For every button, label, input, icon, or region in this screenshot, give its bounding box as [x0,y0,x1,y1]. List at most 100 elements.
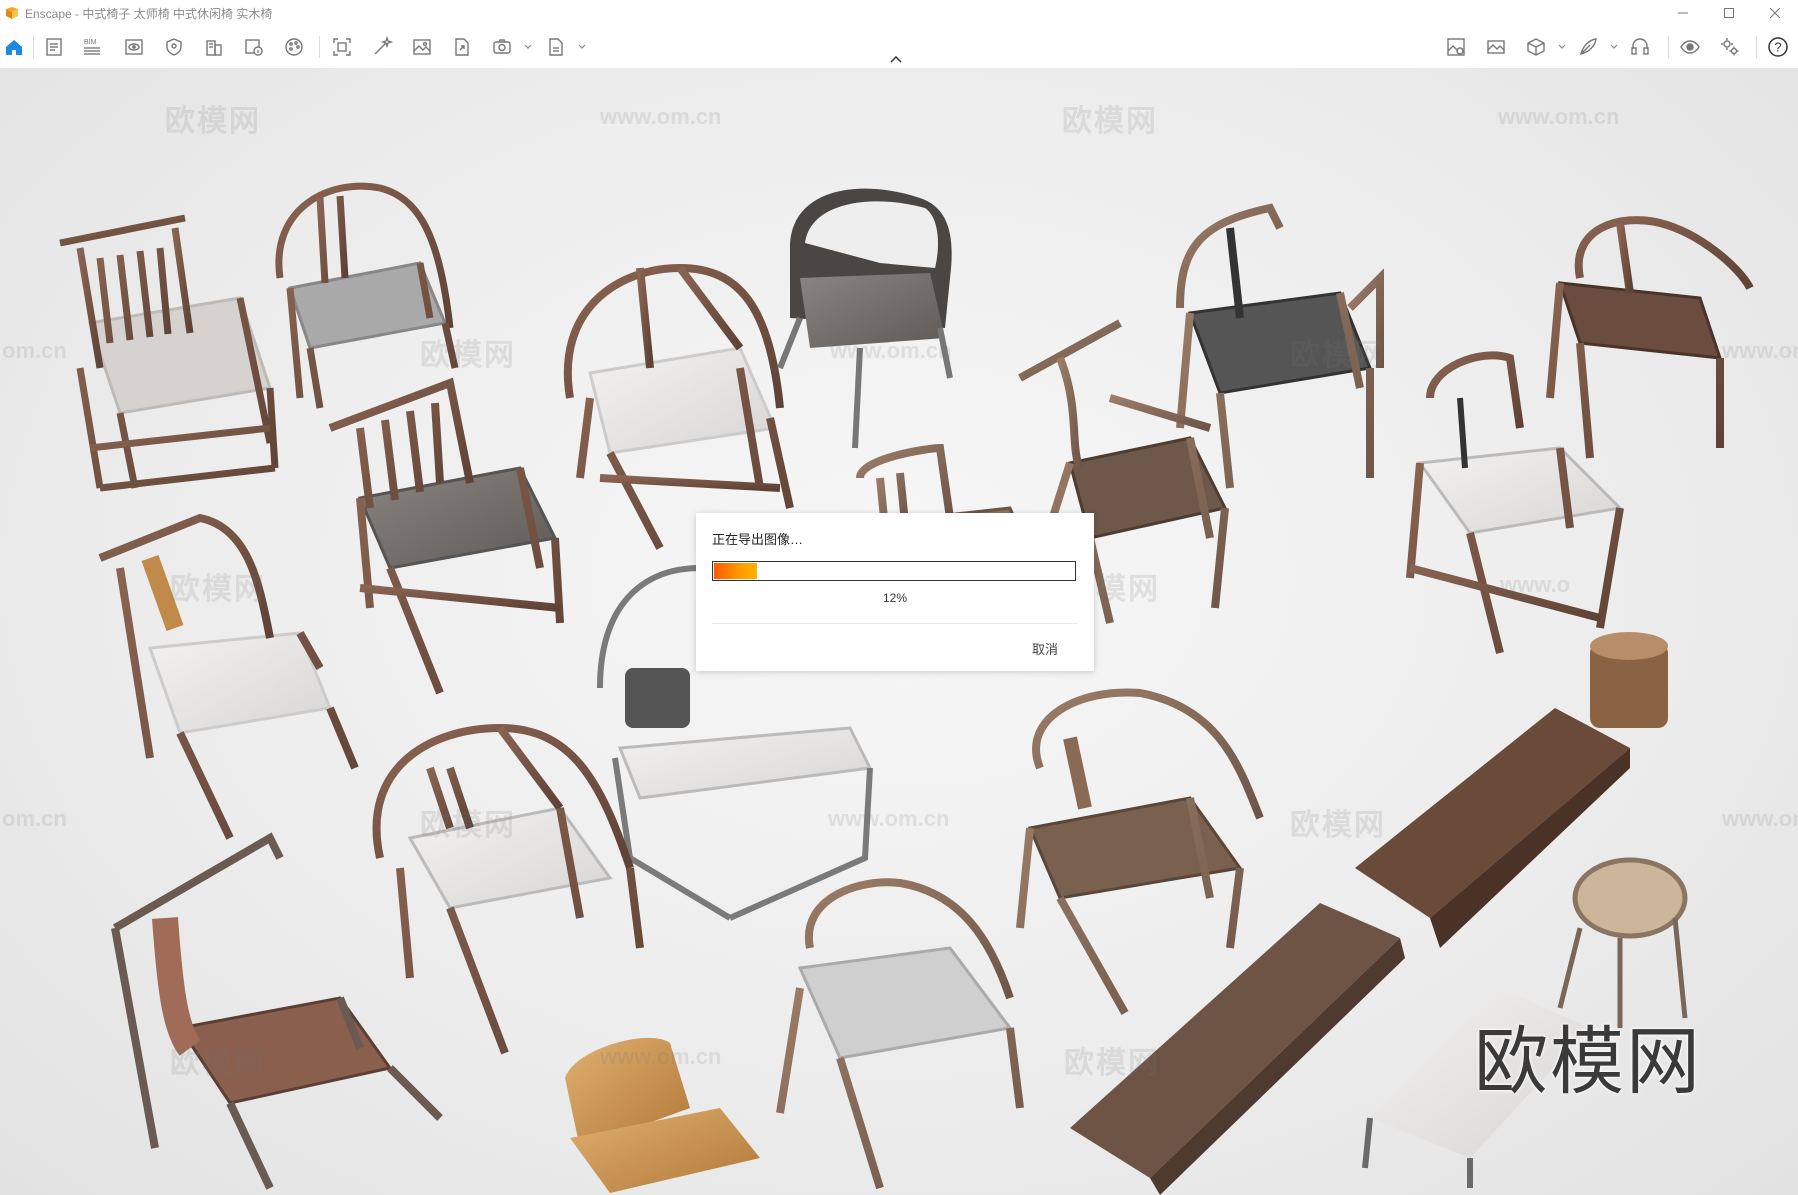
image-icon [413,39,431,55]
close-button[interactable] [1752,0,1798,26]
dialog-divider [712,623,1078,624]
image-settings-icon [1447,38,1465,56]
watermark-url: www.om.cn [600,1044,722,1069]
bim-label: BIM [84,39,97,46]
chevron-down-icon[interactable] [1558,42,1566,52]
view-icon [125,39,143,55]
info-image-button[interactable] [242,35,266,59]
chair-spindle-back-1 [59,214,279,492]
chair-grey-round-16 [776,878,1024,1190]
cube-icon [1527,38,1545,56]
sheet-icon [46,38,62,56]
help-icon: ? [1768,37,1788,57]
camera-360-icon [493,39,511,54]
image-settings-button[interactable] [1444,35,1468,59]
home-button[interactable] [2,35,26,59]
feather-icon [1580,38,1597,55]
collapse-toolbar-icon[interactable] [889,54,903,64]
chair-brown-seat-6 [1546,216,1754,459]
chair-spindle-back-7 [328,377,564,695]
chevron-down-icon[interactable] [524,42,532,52]
export-progress-dialog: 正在导出图像… 12% 取消 [696,513,1094,671]
capture-icon [333,38,351,56]
view-button[interactable] [122,35,146,59]
minimize-icon [1678,12,1688,14]
chair-round-back-2 [275,182,459,409]
cancel-button[interactable]: 取消 [1014,635,1076,661]
capture-button[interactable] [330,35,354,59]
export-file-button[interactable] [450,35,474,59]
watermark-url: www.om.cn [828,806,950,831]
watermark-url: www.om.cn [1722,338,1798,363]
progress-fill [714,563,757,579]
watermark-url: www.om.cn [1722,806,1798,831]
window-controls [1660,0,1798,26]
image-button[interactable] [410,35,434,59]
chevron-down-icon[interactable] [578,42,586,52]
chair-round-back-13 [372,723,644,1055]
chair-round-back-3 [563,263,794,550]
watermark-cn: 欧模网 [1290,339,1386,372]
chevron-down-icon[interactable] [1610,42,1618,52]
help-label: ? [1774,40,1781,55]
palette-icon [285,38,303,56]
watermark-big: 欧模网 [1474,1019,1702,1105]
palette-button[interactable] [282,35,306,59]
headset-button[interactable] [1628,35,1652,59]
window-title: Enscape - 中式椅子 太师椅 中式休闲椅 实木椅 [25,6,273,21]
sheet-button[interactable] [42,35,66,59]
magic-wand-icon [374,36,393,55]
headset-icon [1631,38,1649,55]
shield-icon [166,38,182,56]
exe-file-button[interactable] [544,35,568,59]
watermark-url-partial: om.cn [2,338,67,363]
watermark-cn: 欧模网 [420,809,516,842]
close-icon [1770,8,1780,18]
watermark-url: www.om.cn [600,104,722,129]
eye-icon [1680,40,1700,54]
home-icon [6,40,22,55]
magic-wand-button[interactable] [370,35,394,59]
watermark-cn: 欧模网 [170,573,266,606]
exe-file-icon [549,38,563,56]
eye-button[interactable] [1678,35,1702,59]
settings-icon [1721,38,1739,56]
export-file-icon [455,38,469,56]
watermark-url: www.om.cn [830,338,952,363]
enscape-logo-icon [6,7,18,19]
progress-bar [712,561,1076,581]
cube-button[interactable] [1524,35,1548,59]
building-icon [206,40,222,56]
chair-brown-leather-15 [111,832,443,1190]
title-bar: Enscape - 中式椅子 太师椅 中式休闲椅 实木椅 [0,0,1798,26]
chair-wood-seat-14 [1016,688,1264,1015]
enscape-window: Enscape - 中式椅子 太师椅 中式休闲椅 实木椅 BIM ? 欧模网 w… [0,0,1798,1195]
maximize-icon [1724,8,1734,18]
maximize-button[interactable] [1706,0,1752,26]
shield-button[interactable] [162,35,186,59]
building-button[interactable] [202,35,226,59]
tree-stump [1590,632,1668,728]
watermark-cn: 欧模网 [420,339,516,372]
panorama-button[interactable] [1484,35,1508,59]
bim-icon: BIM [84,39,100,55]
camera-360-button[interactable] [490,35,514,59]
info-image-icon [245,39,263,56]
minimize-button[interactable] [1660,0,1706,26]
bim-button[interactable]: BIM [80,35,104,59]
chair-upholstered-4 [777,188,953,449]
feather-button[interactable] [1576,35,1600,59]
progress-percent: 12% [882,591,908,605]
watermark-cn: 欧模网 [165,105,261,138]
panorama-icon [1487,40,1505,54]
watermark-url-partial: www.o [1500,572,1571,597]
watermark-cn: 欧模网 [170,1047,266,1080]
dialog-title: 正在导出图像… [712,532,804,547]
watermark-url-partial: om.cn [2,806,67,831]
watermark-cn: 欧模网 [1062,105,1158,138]
watermark-cn: 欧模网 [1290,809,1386,842]
settings-button[interactable] [1718,35,1742,59]
watermark-cn: 欧模网 [1064,1047,1160,1080]
help-button[interactable]: ? [1766,35,1790,59]
watermark-url: www.om.cn [1498,104,1620,129]
